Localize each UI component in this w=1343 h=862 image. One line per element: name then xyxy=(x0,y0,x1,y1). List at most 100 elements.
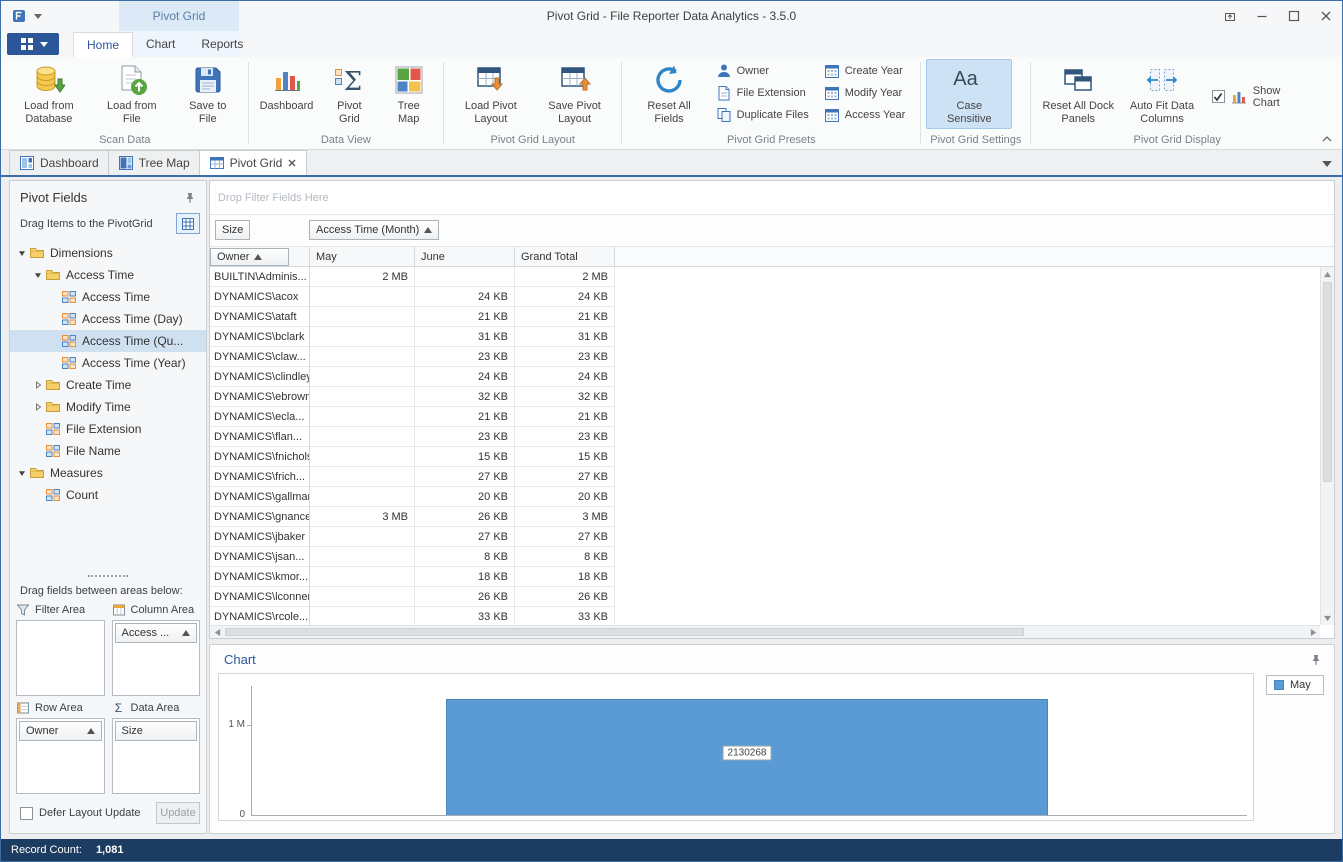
table-row[interactable]: DYNAMICS\flan... 23 KB 23 KB xyxy=(210,427,1334,447)
create-year-button[interactable]: Create Year xyxy=(821,60,914,82)
collapse-icon[interactable] xyxy=(14,249,29,257)
minimize-button[interactable] xyxy=(1246,1,1278,31)
scroll-up-button[interactable] xyxy=(1321,267,1334,281)
data-field-button[interactable]: Size xyxy=(215,220,251,240)
maximize-button[interactable] xyxy=(1278,1,1310,31)
filter-drop-area[interactable]: Drop Filter Fields Here xyxy=(210,181,1334,215)
doc-tab-pivot-grid[interactable]: Pivot Grid xyxy=(198,150,308,175)
load-from-file-button[interactable]: Load from File xyxy=(91,59,173,129)
table-row[interactable]: DYNAMICS\claw... 23 KB 23 KB xyxy=(210,347,1334,367)
field-chip-size[interactable]: Size xyxy=(114,721,197,741)
expand-icon[interactable] xyxy=(30,403,45,411)
column-header-june[interactable]: June xyxy=(415,247,515,266)
table-row[interactable]: DYNAMICS\ebrown 32 KB 32 KB xyxy=(210,387,1334,407)
reset-all-dock-panels-button[interactable]: Reset All Dock Panels xyxy=(1036,59,1120,129)
horizontal-scrollbar[interactable] xyxy=(210,625,1320,638)
column-area-box[interactable]: Access ... xyxy=(111,620,200,696)
field-chip-access[interactable]: Access ... xyxy=(114,623,197,643)
table-row[interactable]: DYNAMICS\fnichols 15 KB 15 KB xyxy=(210,447,1334,467)
ribbon-small-button-column: Create Year Modify Year Access Year xyxy=(819,59,916,127)
defer-layout-update-checkbox[interactable]: Defer Layout Update xyxy=(20,806,141,820)
scroll-down-button[interactable] xyxy=(1321,611,1334,625)
collapse-ribbon-button[interactable] xyxy=(1322,136,1332,142)
owner-button[interactable]: Owner xyxy=(713,60,817,82)
table-row[interactable]: DYNAMICS\ecla... 21 KB 21 KB xyxy=(210,407,1334,427)
duplicate-files-button[interactable]: Duplicate Files xyxy=(713,104,817,126)
filter-area-box[interactable] xyxy=(16,620,105,696)
tree-item-count[interactable]: Count xyxy=(10,484,206,506)
chart-pin-icon[interactable] xyxy=(1310,654,1322,666)
table-row[interactable]: DYNAMICS\gallman 20 KB 20 KB xyxy=(210,487,1334,507)
table-row[interactable]: BUILTIN\Adminis... 2 MB 2 MB xyxy=(210,267,1334,287)
column-header-may[interactable]: May xyxy=(310,247,415,266)
load-from-database-button[interactable]: Load from Database xyxy=(7,59,91,129)
load-pivot-layout-button[interactable]: Load Pivot Layout xyxy=(449,59,533,129)
tab-chart[interactable]: Chart xyxy=(133,32,188,57)
tree-item-access-time[interactable]: Access Time xyxy=(10,286,206,308)
tree-item-file-extension[interactable]: File Extension xyxy=(10,418,206,440)
tree-item-access-time-qu[interactable]: Access Time (Qu... xyxy=(10,330,206,352)
qat-dropdown-icon[interactable] xyxy=(34,13,42,19)
row-area-box[interactable]: Owner xyxy=(16,718,105,794)
column-area: Column Area Access ... xyxy=(111,603,200,696)
legend-item-may[interactable]: May xyxy=(1266,675,1324,695)
table-row[interactable]: DYNAMICS\jsan... 8 KB 8 KB xyxy=(210,547,1334,567)
expand-window-button[interactable] xyxy=(1214,1,1246,31)
column-header-grand-total[interactable]: Grand Total xyxy=(515,247,615,266)
dashboard-button[interactable]: Dashboard xyxy=(254,59,320,116)
modify-year-button[interactable]: Modify Year xyxy=(821,82,914,104)
update-button[interactable]: Update xyxy=(156,802,200,824)
panel-splitter-handle[interactable] xyxy=(88,575,128,577)
field-chip-owner[interactable]: Owner xyxy=(19,721,102,741)
tree-item-measures[interactable]: Measures xyxy=(10,462,206,484)
access-year-button[interactable]: Access Year xyxy=(821,104,914,126)
horizontal-scroll-thumb[interactable] xyxy=(225,628,1025,636)
collapse-icon[interactable] xyxy=(30,271,45,279)
table-row[interactable]: DYNAMICS\ataft 21 KB 21 KB xyxy=(210,307,1334,327)
application-menu-button[interactable] xyxy=(7,33,59,55)
bar-may[interactable]: 2130268 xyxy=(446,698,1048,815)
tab-reports[interactable]: Reports xyxy=(188,32,256,57)
data-area-box[interactable]: Size xyxy=(111,718,200,794)
scroll-left-button[interactable] xyxy=(210,626,224,638)
table-row[interactable]: DYNAMICS\frich... 27 KB 27 KB xyxy=(210,467,1334,487)
pivot-grid-button[interactable]: Σ Pivot Grid xyxy=(319,59,379,129)
tree-map-button[interactable]: Tree Map xyxy=(379,59,438,129)
close-button[interactable] xyxy=(1310,1,1342,31)
table-row[interactable]: DYNAMICS\clindley 24 KB 24 KB xyxy=(210,367,1334,387)
table-row[interactable]: DYNAMICS\kmor... 18 KB 18 KB xyxy=(210,567,1334,587)
reset-all-fields-button[interactable]: Reset All Fields xyxy=(627,59,710,129)
table-row[interactable]: DYNAMICS\lconner 26 KB 26 KB xyxy=(210,587,1334,607)
file-extension-button[interactable]: File Extension xyxy=(713,82,817,104)
tree-item-access-time-day[interactable]: Access Time (Day) xyxy=(10,308,206,330)
column-field-button[interactable]: Access Time (Month) xyxy=(309,220,440,240)
vertical-scrollbar[interactable] xyxy=(1320,267,1334,625)
tab-home[interactable]: Home xyxy=(73,32,134,57)
tree-item-dimensions[interactable]: Dimensions xyxy=(10,242,206,264)
scroll-right-button[interactable] xyxy=(1306,626,1320,638)
expand-icon[interactable] xyxy=(30,381,45,389)
tree-item-modify-time[interactable]: Modify Time xyxy=(10,396,206,418)
table-row[interactable]: DYNAMICS\jbaker 27 KB 27 KB xyxy=(210,527,1334,547)
pivotgrid-target-button[interactable] xyxy=(176,213,200,234)
tree-item-file-name[interactable]: File Name xyxy=(10,440,206,462)
case-sensitive-button[interactable]: Aa Case Sensitive xyxy=(926,59,1013,129)
tab-list-dropdown-icon[interactable] xyxy=(1322,161,1332,167)
table-row[interactable]: DYNAMICS\rcole... 33 KB 33 KB xyxy=(210,607,1334,627)
doc-tab-tree-map[interactable]: Tree Map xyxy=(107,150,200,175)
collapse-icon[interactable] xyxy=(14,469,29,477)
show-chart-toggle[interactable]: Show Chart xyxy=(1204,62,1318,132)
tree-item-create-time[interactable]: Create Time xyxy=(10,374,206,396)
vertical-scroll-thumb[interactable] xyxy=(1323,282,1332,483)
save-pivot-layout-button[interactable]: Save Pivot Layout xyxy=(533,59,617,129)
tree-item-access-time[interactable]: Access Time xyxy=(10,264,206,286)
save-to-file-button[interactable]: Save to File xyxy=(173,59,243,129)
table-row[interactable]: DYNAMICS\bclark 31 KB 31 KB xyxy=(210,327,1334,347)
tree-item-access-time-year[interactable]: Access Time (Year) xyxy=(10,352,206,374)
doc-tab-dashboard[interactable]: Dashboard xyxy=(9,150,109,175)
row-field-button[interactable]: Owner xyxy=(210,247,289,266)
table-row[interactable]: DYNAMICS\gnance 3 MB 26 KB 3 MB xyxy=(210,507,1334,527)
table-row[interactable]: DYNAMICS\acox 24 KB 24 KB xyxy=(210,287,1334,307)
pin-icon[interactable] xyxy=(184,192,196,204)
auto-fit-data-columns-button[interactable]: Auto Fit Data Columns xyxy=(1120,59,1204,129)
